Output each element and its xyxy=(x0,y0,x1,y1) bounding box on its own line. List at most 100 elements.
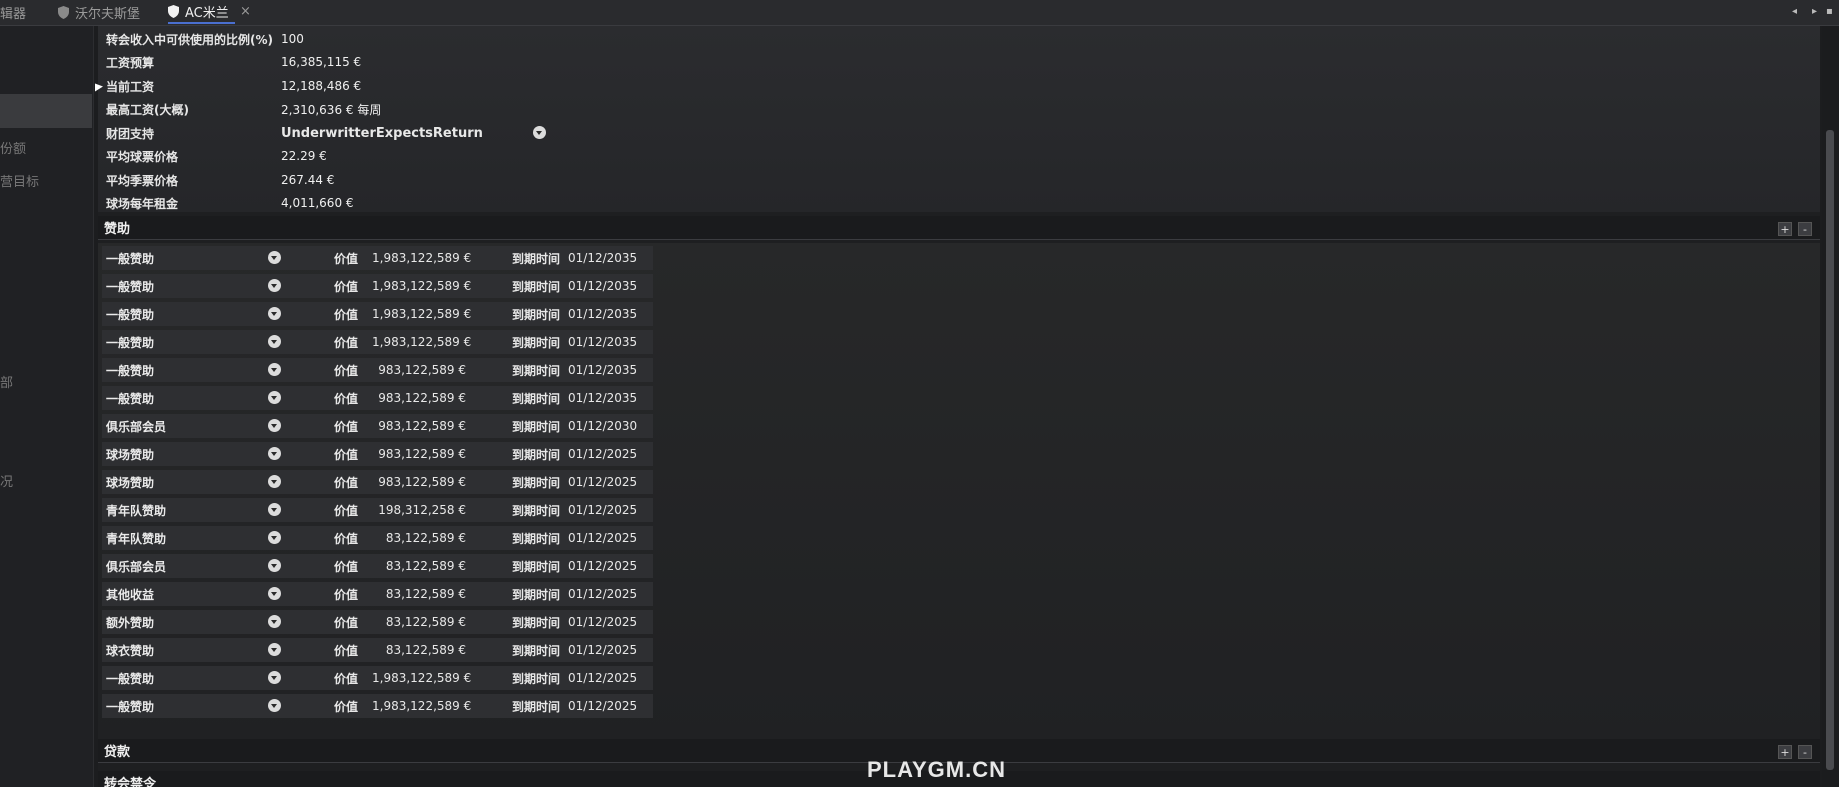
chevron-down-icon[interactable] xyxy=(268,587,281,600)
tab-bar: 辑器 沃尔夫斯堡 AC米兰 × ◂ ▸ ▪ xyxy=(0,0,1839,26)
table-row[interactable]: 一般赞助 价值 1,983,122,589 € 到期时间 01/12/2035 xyxy=(102,274,653,298)
sidebar-item-status[interactable]: 况 xyxy=(0,471,13,490)
vertical-scrollbar[interactable] xyxy=(1822,26,1839,787)
remove-sponsor-button[interactable]: - xyxy=(1798,222,1812,236)
sidebar-item-dept[interactable]: 部 xyxy=(0,372,13,391)
value-label: 价值 xyxy=(334,279,359,294)
sidebar-item-goals[interactable]: 营目标 xyxy=(0,171,39,190)
tab-label: 沃尔夫斯堡 xyxy=(75,6,141,22)
chevron-down-icon[interactable] xyxy=(268,503,281,516)
table-row[interactable]: 额外赞助 价值 83,122,589 € 到期时间 01/12/2025 xyxy=(102,610,653,634)
chevron-down-icon[interactable] xyxy=(268,251,281,264)
tab-close-icon[interactable]: × xyxy=(240,0,251,23)
chevron-down-icon[interactable] xyxy=(268,475,281,488)
finance-info: 转会收入中可供使用的比例(%) 100 工资预算 16,385,115 € 当前… xyxy=(98,26,1820,212)
expiry-label: 到期时间 xyxy=(512,335,561,350)
sponsor-type: 一般赞助 xyxy=(106,671,155,686)
sponsor-value: 983,122,589 € xyxy=(378,419,466,433)
chevron-down-icon[interactable] xyxy=(268,559,281,572)
chevron-down-icon[interactable] xyxy=(268,307,281,320)
sponsor-value: 1,983,122,589 € xyxy=(372,279,472,293)
sponsor-value: 198,312,258 € xyxy=(378,503,466,517)
table-row[interactable]: 球场赞助 价值 983,122,589 € 到期时间 01/12/2025 xyxy=(102,470,653,494)
sponsor-value: 983,122,589 € xyxy=(378,475,466,489)
add-loan-button[interactable]: + xyxy=(1778,745,1792,759)
chevron-down-icon[interactable] xyxy=(268,699,281,712)
chevron-down-icon[interactable] xyxy=(268,279,281,292)
table-row[interactable]: 青年队赞助 价值 83,122,589 € 到期时间 01/12/2025 xyxy=(102,526,653,550)
sponsor-expiry: 01/12/2025 xyxy=(568,671,638,685)
sidebar-selected-item[interactable] xyxy=(0,94,92,128)
table-row[interactable]: 俱乐部会员 价值 983,122,589 € 到期时间 01/12/2030 xyxy=(102,414,653,438)
table-row[interactable]: 球场赞助 价值 983,122,589 € 到期时间 01/12/2025 xyxy=(102,442,653,466)
underwriter-select[interactable]: UnderwritterExpectsReturn xyxy=(281,122,551,144)
sponsor-expiry: 01/12/2035 xyxy=(568,391,638,405)
finance-label: 平均球票价格 xyxy=(106,149,179,164)
chevron-down-icon[interactable] xyxy=(268,447,281,460)
chevron-down-icon[interactable] xyxy=(268,391,281,404)
table-row[interactable]: 俱乐部会员 价值 83,122,589 € 到期时间 01/12/2025 xyxy=(102,554,653,578)
expiry-label: 到期时间 xyxy=(512,531,561,546)
sponsor-expiry: 01/12/2025 xyxy=(568,531,638,545)
chevron-down-icon[interactable] xyxy=(268,363,281,376)
expiry-label: 到期时间 xyxy=(512,251,561,266)
shield-icon xyxy=(58,5,69,19)
sponsor-type: 青年队赞助 xyxy=(106,531,167,546)
chevron-down-icon[interactable] xyxy=(268,531,281,544)
sponsor-type: 球场赞助 xyxy=(106,447,155,462)
sponsor-type: 额外赞助 xyxy=(106,615,155,630)
underwriter-value: UnderwritterExpectsReturn xyxy=(281,125,483,141)
sponsor-expiry: 01/12/2025 xyxy=(568,615,638,629)
table-row[interactable]: 球衣赞助 价值 83,122,589 € 到期时间 01/12/2025 xyxy=(102,638,653,662)
tab-ac-milan[interactable]: AC米兰 xyxy=(168,0,235,24)
sponsor-type: 一般赞助 xyxy=(106,251,155,266)
chevron-down-icon[interactable] xyxy=(268,671,281,684)
tab-scroll-left-icon[interactable]: ◂ xyxy=(1792,6,1797,17)
sponsor-value: 83,122,589 € xyxy=(385,559,466,573)
sponsor-expiry: 01/12/2035 xyxy=(568,251,638,265)
sponsor-value: 83,122,589 € xyxy=(385,587,466,601)
finance-value: 4,011,660 € xyxy=(281,196,354,210)
chevron-down-icon[interactable] xyxy=(268,419,281,432)
watermark: PLAYGM.CN xyxy=(867,757,1006,782)
sponsor-expiry: 01/12/2025 xyxy=(568,559,638,573)
finance-label: 当前工资 xyxy=(106,79,155,94)
tab-wolfsburg[interactable]: 沃尔夫斯堡 xyxy=(58,0,140,24)
tab-menu-icon[interactable]: ▪ xyxy=(1826,6,1833,17)
value-label: 价值 xyxy=(334,531,359,546)
add-sponsor-button[interactable]: + xyxy=(1778,222,1792,236)
table-row[interactable]: 一般赞助 价值 1,983,122,589 € 到期时间 01/12/2025 xyxy=(102,666,653,690)
expiry-label: 到期时间 xyxy=(512,447,561,462)
scrollbar-thumb[interactable] xyxy=(1826,130,1834,770)
sponsor-value: 983,122,589 € xyxy=(378,447,466,461)
finance-label: 财团支持 xyxy=(106,126,155,141)
sidebar-item-share[interactable]: 份额 xyxy=(0,138,26,157)
table-row[interactable]: 一般赞助 价值 1,983,122,589 € 到期时间 01/12/2035 xyxy=(102,246,653,270)
table-row[interactable]: 其他收益 价值 83,122,589 € 到期时间 01/12/2025 xyxy=(102,582,653,606)
remove-loan-button[interactable]: - xyxy=(1798,745,1812,759)
finance-panel: 转会收入中可供使用的比例(%) 100 工资预算 16,385,115 € 当前… xyxy=(98,26,1820,787)
value-label: 价值 xyxy=(334,671,359,686)
table-row[interactable]: 一般赞助 价值 1,983,122,589 € 到期时间 01/12/2025 xyxy=(102,694,653,718)
tab-editor[interactable]: 辑器 xyxy=(0,0,26,24)
finance-value: 12,188,486 € xyxy=(281,79,362,93)
table-row[interactable]: 一般赞助 价值 983,122,589 € 到期时间 01/12/2035 xyxy=(102,358,653,382)
sponsor-type: 一般赞助 xyxy=(106,699,155,714)
value-label: 价值 xyxy=(334,307,359,322)
table-row[interactable]: 一般赞助 价值 983,122,589 € 到期时间 01/12/2035 xyxy=(102,386,653,410)
value-label: 价值 xyxy=(334,587,359,602)
chevron-down-icon[interactable] xyxy=(268,335,281,348)
expiry-label: 到期时间 xyxy=(512,699,561,714)
sponsor-expiry: 01/12/2035 xyxy=(568,363,638,377)
table-row[interactable]: 一般赞助 价值 1,983,122,589 € 到期时间 01/12/2035 xyxy=(102,302,653,326)
chevron-down-icon[interactable] xyxy=(268,643,281,656)
chevron-down-icon[interactable] xyxy=(268,615,281,628)
sponsor-type: 其他收益 xyxy=(106,587,155,602)
sponsor-expiry: 01/12/2025 xyxy=(568,643,638,657)
finance-value: 100 xyxy=(281,32,304,46)
chevron-down-icon[interactable] xyxy=(533,126,546,139)
table-row[interactable]: 青年队赞助 价值 198,312,258 € 到期时间 01/12/2025 xyxy=(102,498,653,522)
value-label: 价值 xyxy=(334,335,359,350)
table-row[interactable]: 一般赞助 价值 1,983,122,589 € 到期时间 01/12/2035 xyxy=(102,330,653,354)
tab-scroll-right-icon[interactable]: ▸ xyxy=(1812,6,1817,17)
